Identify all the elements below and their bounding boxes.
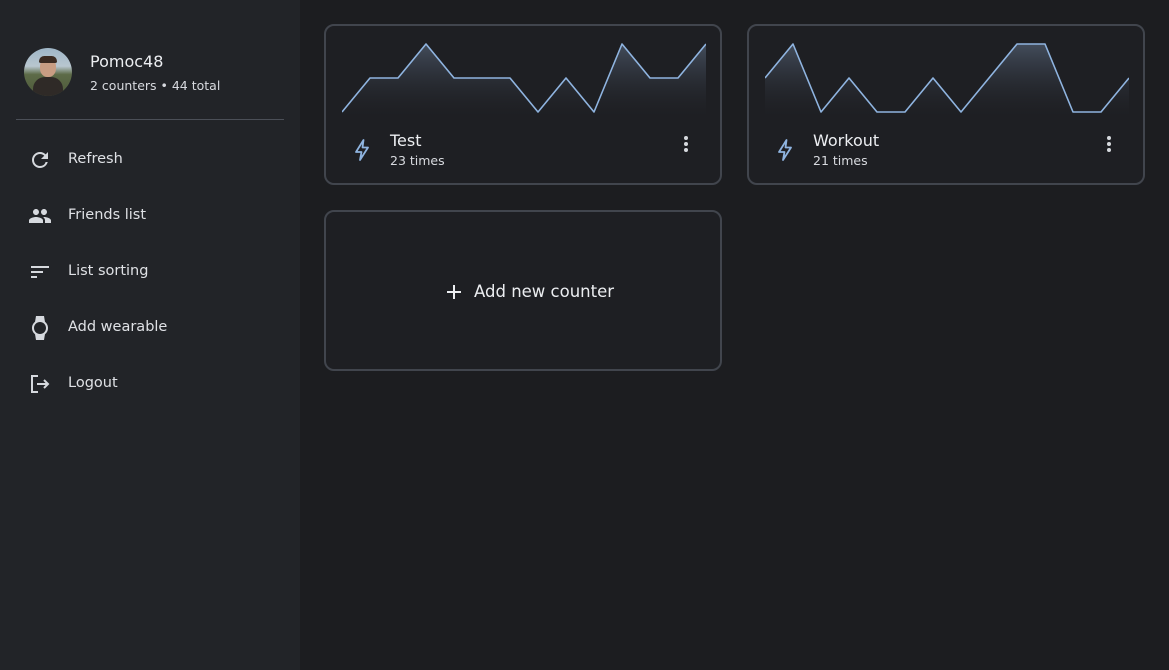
refresh-icon <box>28 148 52 172</box>
people-icon <box>28 204 52 228</box>
more-vert-icon[interactable] <box>1099 134 1119 154</box>
bolt-icon <box>778 139 792 161</box>
counter-card[interactable]: Test 23 times <box>324 24 722 185</box>
sparkline-area <box>342 44 706 116</box>
profile-stats: 2 counters • 44 total <box>90 78 221 93</box>
sort-icon <box>28 260 52 284</box>
menu-item-refresh[interactable]: Refresh <box>0 132 300 188</box>
plus-icon <box>447 285 461 299</box>
sidebar: Pomoc48 2 counters • 44 total Refresh Fr… <box>0 0 300 670</box>
counter-name: Workout <box>813 131 880 150</box>
counter-card[interactable]: Workout 21 times <box>747 24 1145 185</box>
avatar[interactable] <box>24 48 72 96</box>
counter-count: 23 times <box>390 153 445 168</box>
profile-header: Pomoc48 2 counters • 44 total <box>24 48 284 96</box>
menu-item-label: Friends list <box>68 207 147 223</box>
sidebar-divider <box>16 119 284 120</box>
sidebar-menu: Refresh Friends list List sorting Add we… <box>0 132 300 412</box>
menu-item-logout[interactable]: Logout <box>0 356 300 412</box>
menu-item-list-sorting[interactable]: List sorting <box>0 244 300 300</box>
counter-count: 21 times <box>813 153 868 168</box>
counter-sparkline <box>342 43 706 116</box>
more-vert-icon[interactable] <box>676 134 696 154</box>
profile-name: Pomoc48 <box>90 52 164 71</box>
menu-item-add-wearable[interactable]: Add wearable <box>0 300 300 356</box>
app: Pomoc48 2 counters • 44 total Refresh Fr… <box>0 0 1169 670</box>
menu-item-label: List sorting <box>68 263 149 279</box>
counter-sparkline <box>765 43 1129 116</box>
menu-item-friends-list[interactable]: Friends list <box>0 188 300 244</box>
watch-icon <box>28 316 52 340</box>
sparkline-area <box>765 44 1129 116</box>
menu-item-label: Refresh <box>68 151 123 167</box>
logout-icon <box>28 372 52 396</box>
add-counter-label: Add new counter <box>474 282 615 301</box>
bolt-icon <box>355 139 369 161</box>
counter-name: Test <box>390 131 422 150</box>
menu-item-label: Logout <box>68 375 118 391</box>
add-counter-button[interactable]: Add new counter <box>324 210 722 371</box>
menu-item-label: Add wearable <box>68 319 168 335</box>
